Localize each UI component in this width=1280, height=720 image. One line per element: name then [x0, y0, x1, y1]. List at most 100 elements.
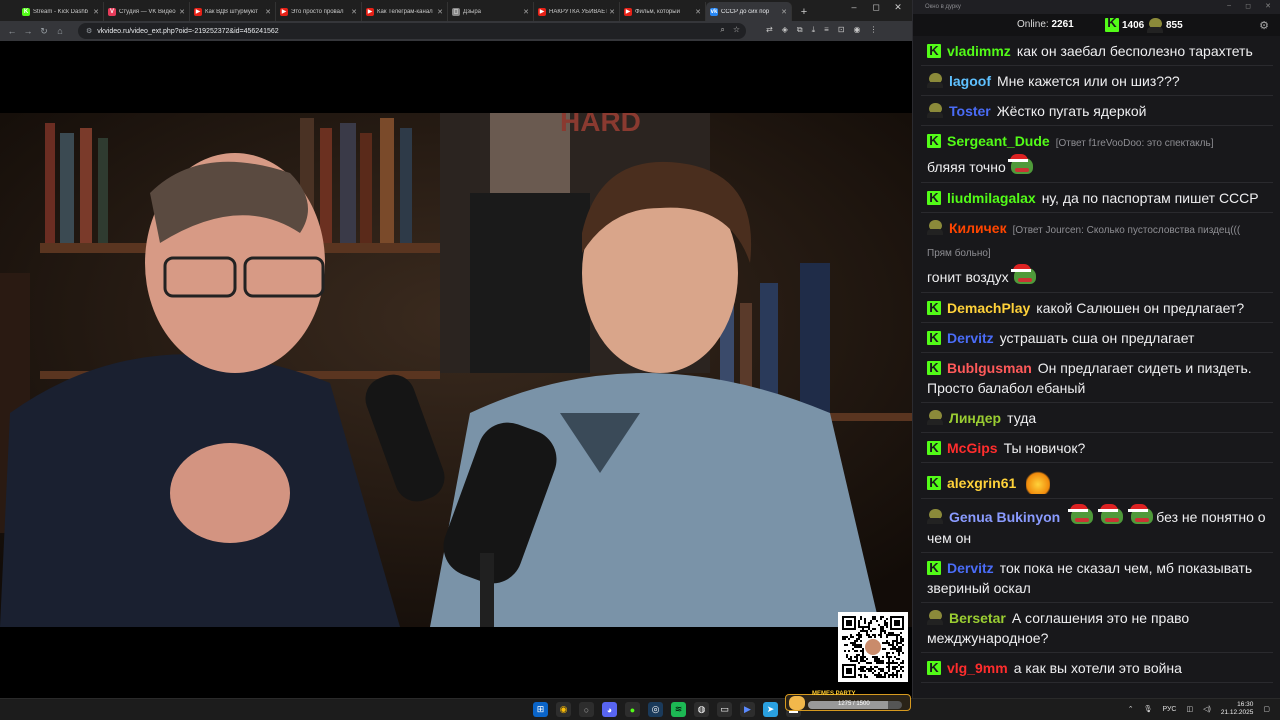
chat-message[interactable]: Dervitz устрашать сша он предлагает — [921, 323, 1273, 353]
chat-message[interactable]: DemachPlay какой Салюшен он предлагает? — [921, 293, 1273, 323]
clock[interactable]: 16:30 21.12.2025 — [1221, 701, 1254, 717]
forward-icon[interactable]: → — [20, 26, 36, 36]
tab-close-icon[interactable]: ✕ — [437, 8, 443, 16]
browser-tab[interactable]: ▶ Как ВДВ штурмуют ✕ — [190, 2, 276, 21]
maximize-button[interactable]: ◻ — [866, 2, 886, 13]
chevron-up-icon[interactable]: ⌃ — [1128, 705, 1134, 713]
extension-translate-icon[interactable]: ⇄ — [766, 25, 773, 35]
chat-message[interactable]: Bersetar А соглашения это не право межджу… — [921, 603, 1273, 653]
windows-start-icon[interactable]: ⊞ — [533, 702, 548, 717]
site-info-icon[interactable]: ⚙ — [86, 27, 92, 35]
chat-message[interactable]: vladimmz как он заебал бесполезно тарахте… — [921, 36, 1273, 66]
url-text[interactable]: vkvideo.ru/video_ext.php?oid=-219252372&… — [97, 28, 278, 35]
chat-username[interactable]: alexgrin61 — [947, 475, 1016, 491]
obs-icon[interactable]: ◍ — [694, 702, 709, 717]
chat-message[interactable]: alexgrin61 — [921, 463, 1273, 499]
bookmark-star-icon[interactable]: ☆ — [733, 25, 740, 35]
video-frame[interactable]: HARD — [0, 113, 912, 627]
volume-icon[interactable]: ◁) — [1203, 705, 1211, 713]
telegram-icon[interactable]: ➤ — [763, 702, 778, 717]
browser-tab[interactable]: ▶ Фильм, который ✕ — [620, 2, 706, 21]
microphone-icon[interactable]: 🎙︎ — [1144, 705, 1153, 713]
address-bar[interactable]: ⚙ vkvideo.ru/video_ext.php?oid=-21925237… — [78, 23, 746, 39]
chat-minimize-button[interactable]: – — [1227, 2, 1231, 9]
tab-close-icon[interactable]: ✕ — [265, 8, 271, 16]
zoom-icon[interactable]: ⌕ — [720, 25, 724, 35]
browser-tab[interactable]: ◻ Дзыра ✕ — [448, 2, 534, 21]
browser-tab[interactable]: vk СССР до сих пор ✕ — [706, 2, 792, 21]
settings-gear-icon[interactable]: ⚙ — [1259, 19, 1269, 32]
chat-message[interactable]: liudmilagalax ну, да по паспортам пишет С… — [921, 183, 1273, 213]
spotify-icon[interactable]: ≋ — [671, 702, 686, 717]
profile-icon[interactable]: ◉ — [854, 25, 861, 35]
browser-tab[interactable]: K Stream - Kick Dashb ✕ — [18, 2, 104, 21]
chat-username[interactable]: Линдер — [949, 410, 1001, 426]
chat-message[interactable]: Киличек [Ответ Jourcen: Сколько пустослов… — [921, 213, 1273, 293]
chat-username[interactable]: Bublgusman — [947, 360, 1032, 376]
steam-icon[interactable]: ◎ — [648, 702, 663, 717]
chat-message[interactable]: McGips Ты новичок? — [921, 433, 1273, 463]
chrome-icon[interactable]: ◉ — [556, 702, 571, 717]
tab-close-icon[interactable]: ✕ — [93, 8, 99, 16]
close-window-button[interactable]: ✕ — [888, 2, 908, 13]
tab-close-icon[interactable]: ✕ — [351, 8, 357, 16]
extension-ublock-icon[interactable]: ◈ — [782, 25, 788, 35]
back-icon[interactable]: ← — [4, 26, 20, 36]
chat-username[interactable]: McGips — [947, 440, 998, 456]
chat-username[interactable]: DemachPlay — [947, 300, 1030, 316]
chat-message[interactable]: BublgusmanОн предлагает сидеть и пиздеть… — [921, 353, 1273, 403]
chat-username[interactable]: vlg_9mm — [947, 660, 1008, 676]
reload-icon[interactable]: ↻ — [36, 26, 52, 37]
chat-message[interactable]: Линдер туда — [921, 403, 1273, 433]
chat-close-button[interactable]: ✕ — [1265, 2, 1271, 10]
chat-message[interactable]: Toster Жёстко пугать ядеркой — [921, 96, 1273, 126]
chat-username[interactable]: Toster — [949, 103, 991, 119]
notifications-icon[interactable]: ▢ — [1263, 705, 1270, 713]
browser-tab[interactable]: V Студия — VK Видео ✕ — [104, 2, 190, 21]
chat-message-list[interactable]: vladimmz как он заебал бесполезно тарахте… — [921, 36, 1273, 686]
tab-close-icon[interactable]: ✕ — [609, 8, 615, 16]
chat-username[interactable]: Bersetar — [949, 610, 1006, 626]
kick-icon — [1105, 15, 1119, 32]
tab-close-icon[interactable]: ✕ — [695, 8, 701, 16]
video-player[interactable]: HARD — [0, 41, 912, 698]
app-green-icon[interactable]: ● — [625, 702, 640, 717]
chat-username[interactable]: Dervitz — [947, 560, 994, 576]
browser-tab[interactable]: ▶ Это просто провал ✕ — [276, 2, 362, 21]
language-indicator[interactable]: РУС — [1162, 706, 1176, 713]
chat-message[interactable]: Genua Bukinyon без не понятно о чем он — [921, 499, 1273, 553]
chat-message[interactable]: vlg_9mm а как вы хотели это война — [921, 653, 1273, 683]
chat-username[interactable]: Sergeant_Dude — [947, 133, 1050, 149]
chat-message[interactable]: Sergeant_Dude [Ответ f1reVooDoo: это спек… — [921, 126, 1273, 183]
chat-username[interactable]: vladimmz — [947, 43, 1011, 59]
tab-title: Фильм, который — [635, 8, 680, 15]
browser-tab[interactable]: ▶ НАКРУТКА УБИВАЕТ ✕ — [534, 2, 620, 21]
home-icon[interactable]: ⌂ — [52, 26, 68, 36]
chat-username[interactable]: lagoof — [949, 73, 991, 89]
split-view-icon[interactable]: ⊡ — [838, 25, 845, 35]
new-tab-button[interactable]: + — [796, 6, 812, 18]
network-icon[interactable]: ◫ — [1186, 705, 1193, 713]
menu-icon[interactable]: ⋮ — [869, 25, 877, 35]
discord-icon[interactable]: ◕ — [602, 702, 617, 717]
extensions-icon[interactable]: ⧉ — [797, 25, 803, 35]
chat-message[interactable]: lagoof Мне кажется или он шиз??? — [921, 66, 1273, 96]
chat-username[interactable]: liudmilagalax — [947, 190, 1036, 206]
tab-close-icon[interactable]: ✕ — [179, 8, 185, 16]
chat-username[interactable]: Dervitz — [947, 330, 994, 346]
search-icon[interactable]: ○ — [579, 702, 594, 717]
minimize-button[interactable]: – — [844, 2, 864, 12]
chat-maximize-button[interactable]: ◻ — [1245, 2, 1251, 10]
game-controller-icon[interactable]: ▭ — [717, 702, 732, 717]
browser-tab[interactable]: ▶ Как Телеграм-канал ✕ — [362, 2, 448, 21]
memes-party-widget[interactable]: MEMES PARTY 1275 / 1500 — [785, 691, 911, 711]
chat-username[interactable]: Genua Bukinyon — [949, 509, 1060, 525]
chat-username[interactable]: Киличек — [949, 220, 1007, 236]
tab-close-icon[interactable]: ✕ — [781, 8, 787, 16]
tab-search-icon[interactable]: ≡ — [824, 25, 829, 35]
downloads-icon[interactable]: ⤓ — [812, 25, 816, 35]
tab-close-icon[interactable]: ✕ — [523, 8, 529, 16]
media-player-icon[interactable]: ▶ — [740, 702, 755, 717]
chat-message[interactable]: Линдерсюда — [921, 683, 1273, 686]
chat-message[interactable]: Dervitzток пока не сказал чем, мб показы… — [921, 553, 1273, 603]
